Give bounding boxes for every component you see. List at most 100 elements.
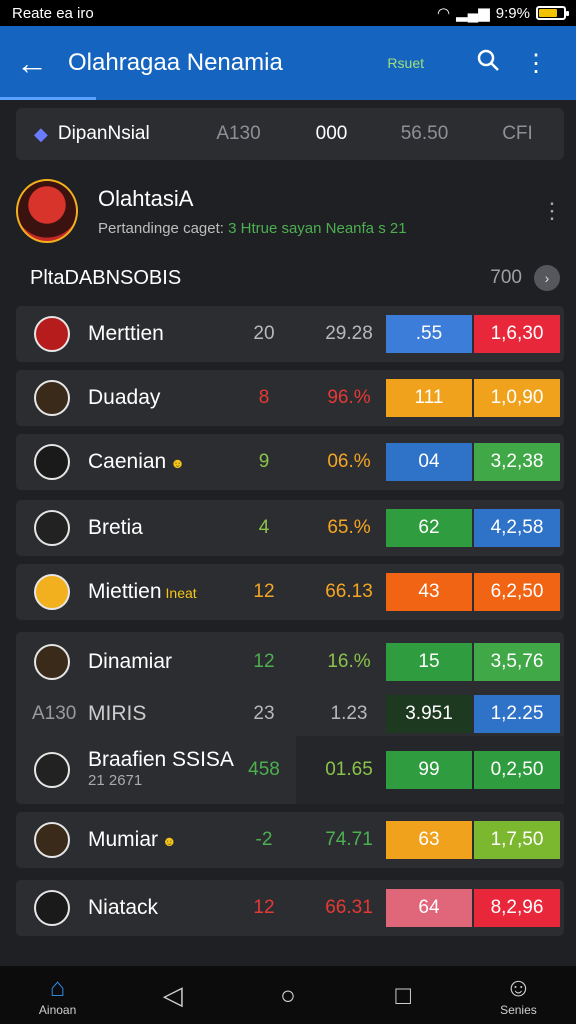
odds-button-2[interactable]: 3,2,38 [474, 443, 560, 481]
club-header: OlahtasiA Pertandinge caget: 3 Htrue say… [16, 172, 564, 250]
more-vert-icon[interactable]: ⋮ [512, 49, 560, 78]
stat-value-2: 1.23 [330, 703, 368, 724]
table-row[interactable]: Caenian ☻ 9 06.% 04 3,2,38 [16, 434, 564, 490]
status-time: 9:9% [495, 4, 530, 22]
app-bar-small-text: Rsuet [387, 55, 424, 71]
nav-home-circle[interactable]: ○ [230, 981, 345, 1009]
status-right: ◠ ▂▄▆ 9:9% [437, 4, 569, 22]
team-name: Dinamiar [88, 650, 173, 673]
team-name: Duaday [88, 386, 161, 409]
nav-home[interactable]: ⌂ Ainoan [0, 973, 115, 1017]
row-left-label: A130 [32, 703, 77, 724]
stat-value-2: 65.% [327, 517, 371, 538]
stat-value-1: 8 [258, 387, 270, 408]
stat-value-2: 66.31 [325, 897, 373, 918]
club-name: OlahtasiA [98, 185, 194, 211]
stat-value-2: 01.65 [325, 759, 373, 780]
team-crest-icon [34, 752, 70, 788]
tab-strip: ◆ DipanNsial A130 000 56.50 CFI [16, 108, 564, 160]
table-row[interactable]: Mumiar ☻ -2 74.71 63 1,7,50 [16, 812, 564, 868]
stat-value-2: 06.% [327, 451, 371, 472]
table-row[interactable]: Duaday 8 96.% 111 1,0,90 [16, 370, 564, 426]
stat-value-1: 9 [258, 451, 270, 472]
app-bar: ← Olahragaa Nenamia Rsuet ⋮ [0, 26, 576, 100]
table-row[interactable]: Merttien 20 29.28 .55 1,6,30 [16, 306, 564, 362]
team-crest-icon [34, 822, 70, 858]
page-title: Olahragaa Nenamia [68, 49, 283, 76]
table-row[interactable]: Bretia 4 65.% 62 4,2,58 [16, 500, 564, 556]
team-name: Niatack [88, 896, 159, 919]
odds-button-1[interactable]: 111 [386, 379, 472, 417]
team-name: MIRIS [88, 702, 147, 725]
tab-cfi[interactable]: CFI [471, 123, 564, 145]
recents-square-icon: □ [395, 980, 412, 1010]
tab-indicator [0, 97, 96, 100]
odds-button-2[interactable]: 1,2.25 [474, 695, 560, 733]
stat-value-1: 12 [253, 651, 275, 672]
stat-value-1: 20 [253, 323, 275, 344]
team-name: Braafien SSISA [88, 748, 234, 771]
odds-button-2[interactable]: 1,0,90 [474, 379, 560, 417]
club-more-icon[interactable]: ⋮ [540, 198, 564, 224]
team-crest-icon [34, 890, 70, 926]
back-triangle-icon: ◁ [162, 980, 183, 1010]
odds-button-2[interactable]: 4,2,58 [474, 509, 560, 547]
odds-button-1[interactable]: 04 [386, 443, 472, 481]
odds-button-1[interactable]: 15 [386, 643, 472, 681]
wifi-icon: ◠ [437, 5, 451, 22]
stat-value-2: 66.13 [325, 581, 373, 602]
tab-label: DipanNsial [57, 123, 150, 144]
table-row[interactable]: Braafien SSISA 21 2671 458 01.65 99 0,2,50 [16, 742, 564, 798]
table-row[interactable]: Dinamiar 12 16.% 15 3,5,76 [16, 634, 564, 690]
tab-dipannsial[interactable]: ◆ DipanNsial [16, 108, 192, 160]
league-shield-icon: ◆ [34, 123, 48, 144]
tab-000[interactable]: 000 [285, 123, 378, 145]
nav-profile[interactable]: ☺ Senies [461, 973, 576, 1017]
odds-button-1[interactable]: 62 [386, 509, 472, 547]
person-icon: ☺ [505, 972, 532, 1002]
odds-button-1[interactable]: 64 [386, 889, 472, 927]
club-subtitle: Pertandinge caget: 3 Htrue sayan Neanfa … [98, 219, 407, 237]
odds-button-2[interactable]: 8,2,96 [474, 889, 560, 927]
stat-value-1: 458 [248, 759, 280, 780]
stat-value-2: 96.% [327, 387, 371, 408]
nav-back[interactable]: ◁ [115, 981, 230, 1009]
team-crest-icon [34, 574, 70, 610]
stat-value-1: 23 [253, 703, 275, 724]
back-arrow-icon[interactable]: ← [16, 45, 68, 82]
chevron-right-icon[interactable]: › [534, 265, 560, 291]
team-crest-icon [34, 380, 70, 416]
stat-value-1: -2 [255, 829, 273, 850]
stat-value-2: 16.% [327, 651, 371, 672]
odds-button-2[interactable]: 1,6,30 [474, 315, 560, 353]
club-crest-icon [16, 179, 78, 243]
odds-button-1[interactable]: .55 [386, 315, 472, 353]
battery-icon [536, 6, 569, 20]
nav-recents[interactable]: □ [346, 981, 461, 1009]
odds-button-1[interactable]: 63 [386, 821, 472, 859]
team-crest-icon [34, 316, 70, 352]
search-icon[interactable] [464, 48, 512, 79]
section-count: 700 [490, 267, 522, 288]
team-crest-icon [34, 444, 70, 480]
odds-button-2[interactable]: 3,5,76 [474, 643, 560, 681]
odds-button-2[interactable]: 0,2,50 [474, 751, 560, 789]
odds-button-1[interactable]: 43 [386, 573, 472, 611]
odds-button-2[interactable]: 6,2,50 [474, 573, 560, 611]
table-row[interactable]: Niatack 12 66.31 64 8,2,96 [16, 880, 564, 936]
stat-value-1: 12 [253, 897, 275, 918]
table-row[interactable]: A130 MIRIS 23 1.23 3.951 1,2.25 [16, 686, 564, 742]
odds-button-1[interactable]: 3.951 [386, 695, 472, 733]
table-row[interactable]: Miettien Ineat 12 66.13 43 6,2,50 [16, 564, 564, 620]
tab-a130[interactable]: A130 [192, 123, 285, 145]
odds-button-2[interactable]: 1,7,50 [474, 821, 560, 859]
team-name: Mumiar ☻ [88, 828, 177, 851]
team-name: Merttien [88, 322, 164, 345]
odds-button-1[interactable]: 99 [386, 751, 472, 789]
team-crest-icon [34, 644, 70, 680]
bottom-nav: ⌂ Ainoan ◁ ○ □ ☺ Senies [0, 966, 576, 1024]
stat-value-1: 4 [258, 517, 270, 538]
team-name: Caenian ☻ [88, 450, 185, 473]
tab-5650[interactable]: 56.50 [378, 123, 471, 145]
section-label: PltaDABNSOBIS [30, 266, 182, 289]
